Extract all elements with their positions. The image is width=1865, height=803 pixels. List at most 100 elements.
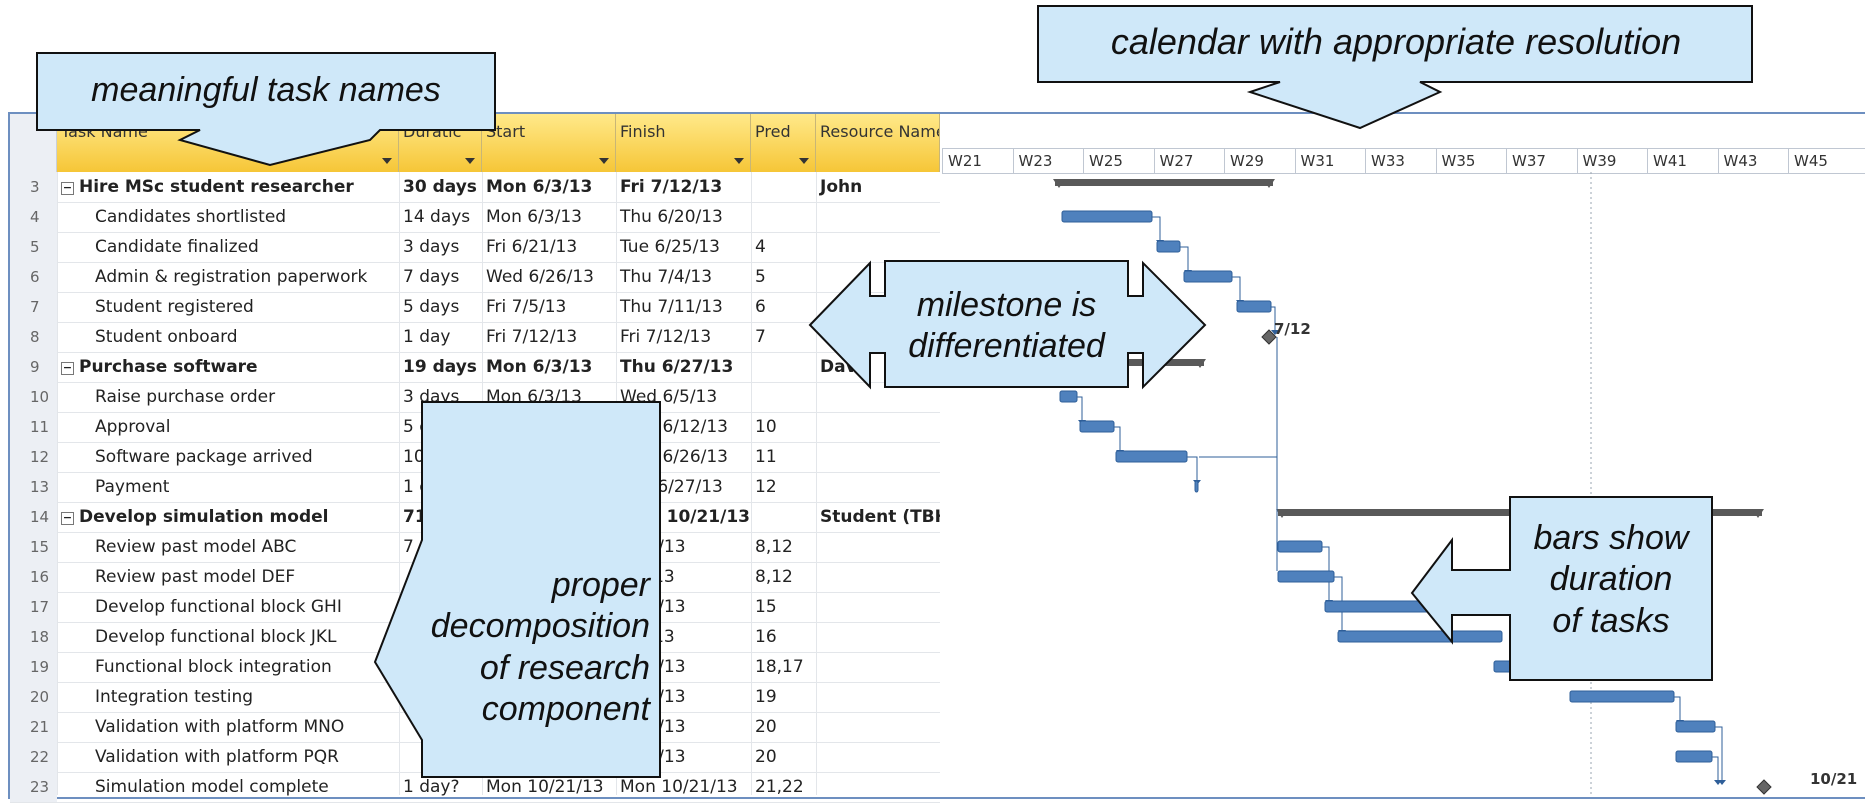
- cell-resource[interactable]: [816, 682, 940, 712]
- cell-name[interactable]: Software package arrived: [57, 442, 399, 472]
- cell-pred[interactable]: 20: [751, 712, 816, 742]
- cell-duration[interactable]: 19 days: [399, 352, 482, 382]
- cell-pred[interactable]: 15: [751, 592, 816, 622]
- cell-start[interactable]: Thu 6/27/13: [482, 472, 616, 502]
- task-bar[interactable]: [1277, 570, 1335, 583]
- cell-name[interactable]: Functional block integration: [57, 652, 399, 682]
- cell-pred[interactable]: 16: [751, 622, 816, 652]
- cell-pred[interactable]: [751, 352, 816, 382]
- table-row[interactable]: 9− Purchase software 19 days Mon 6/3/13 Thu …: [10, 352, 940, 383]
- cell-duration[interactable]: 30 days: [399, 172, 482, 202]
- cell-resource[interactable]: [816, 652, 940, 682]
- table-row[interactable]: 5 Candidate finalized 3 days Fri 6/21/13 Tue…: [10, 232, 940, 263]
- cell-name[interactable]: Develop functional block JKL: [57, 622, 399, 652]
- cell-resource[interactable]: [816, 772, 940, 802]
- cell-finish[interactable]: Wed 6/26/13: [616, 442, 751, 472]
- cell-duration[interactable]: 7: [399, 532, 482, 562]
- summary-bar[interactable]: [1055, 179, 1273, 186]
- cell-duration[interactable]: 1 day?: [399, 772, 482, 802]
- cell-pred[interactable]: 18,17: [751, 652, 816, 682]
- cell-finish[interactable]: Thu 6/27/13: [616, 472, 751, 502]
- cell-pred[interactable]: 8,12: [751, 532, 816, 562]
- cell-resource[interactable]: [816, 622, 940, 652]
- table-row[interactable]: 12 Software package arrived 10 days Thu 6/1…: [10, 442, 940, 473]
- task-bar[interactable]: [1324, 600, 1488, 613]
- cell-name[interactable]: Raise purchase order: [57, 382, 399, 412]
- table-row[interactable]: 22 Validation with platform PQR 0/18/13 20: [10, 742, 940, 773]
- cell-pred[interactable]: 4: [751, 232, 816, 262]
- table-row[interactable]: 10 Raise purchase order 3 days Mon 6/3/13 We…: [10, 382, 940, 413]
- cell-name[interactable]: − Hire MSc student researcher: [57, 172, 399, 202]
- cell-pred[interactable]: 5: [751, 262, 816, 292]
- cell-resource[interactable]: [816, 562, 940, 592]
- cell-resource[interactable]: Student (TBH): [816, 502, 940, 532]
- cell-resource[interactable]: [816, 202, 940, 232]
- cell-start[interactable]: Mon 10/21/13: [482, 772, 616, 802]
- column-header-duration[interactable]: Duratic: [399, 114, 482, 172]
- table-row[interactable]: 4 Candidates shortlisted 14 days Mon 6/3/13…: [10, 202, 940, 233]
- cell-duration[interactable]: 71 days?: [399, 502, 482, 532]
- cell-name[interactable]: Approval: [57, 412, 399, 442]
- cell-resource[interactable]: [816, 472, 940, 502]
- table-row[interactable]: 3− Hire MSc student researcher 30 days Mon …: [10, 172, 940, 203]
- cell-pred[interactable]: 6: [751, 292, 816, 322]
- cell-duration[interactable]: 3 days: [399, 382, 482, 412]
- cell-name[interactable]: Payment: [57, 472, 399, 502]
- task-bar[interactable]: [1337, 630, 1503, 643]
- column-header-predecessors[interactable]: Pred: [751, 114, 816, 172]
- cell-duration[interactable]: 14 days: [399, 202, 482, 232]
- task-bar[interactable]: [1079, 420, 1115, 433]
- cell-duration[interactable]: 3 days: [399, 232, 482, 262]
- cell-name[interactable]: Validation with platform PQR: [57, 742, 399, 772]
- task-bar[interactable]: [1183, 270, 1233, 283]
- task-bar[interactable]: [1194, 480, 1199, 493]
- collapse-toggle-icon[interactable]: −: [61, 512, 74, 525]
- cell-start[interactable]: Fri 6/21/13: [482, 232, 616, 262]
- cell-start[interactable]: Thu 6/13/13: [482, 442, 616, 472]
- cell-pred[interactable]: 19: [751, 682, 816, 712]
- cell-start[interactable]: Mon 7/15/13: [482, 502, 616, 532]
- cell-start[interactable]: [482, 742, 616, 772]
- milestone-diamond-icon[interactable]: [1756, 779, 1772, 795]
- cell-resource[interactable]: [816, 382, 940, 412]
- cell-start[interactable]: Mon 6/3/13: [482, 352, 616, 382]
- cell-resource[interactable]: [816, 412, 940, 442]
- cell-resource[interactable]: John: [816, 172, 940, 202]
- table-row[interactable]: 6 Admin & registration paperwork 7 days Wed…: [10, 262, 940, 293]
- table-row[interactable]: 13 Payment 1 day Thu 6/27/13 Thu 6/27/13 12: [10, 472, 940, 503]
- cell-pred[interactable]: [751, 202, 816, 232]
- task-bar[interactable]: [1675, 720, 1716, 733]
- cell-finish[interactable]: Wed 6/12/13: [616, 412, 751, 442]
- cell-duration[interactable]: 5 days: [399, 292, 482, 322]
- task-bar[interactable]: [1493, 660, 1576, 673]
- task-bar[interactable]: [1569, 690, 1675, 703]
- cell-name[interactable]: Candidates shortlisted: [57, 202, 399, 232]
- cell-name[interactable]: Student registered: [57, 292, 399, 322]
- cell-name[interactable]: Integration testing: [57, 682, 399, 712]
- cell-name[interactable]: Candidate finalized: [57, 232, 399, 262]
- cell-start[interactable]: Thu 6/6/13: [482, 412, 616, 442]
- cell-finish[interactable]: Tue 6/25/13: [616, 232, 751, 262]
- cell-pred[interactable]: 21,22: [751, 772, 816, 802]
- cell-start[interactable]: Fri 7/12/13: [482, 322, 616, 352]
- cell-finish[interactable]: Fri 7/12/13: [616, 172, 751, 202]
- cell-name[interactable]: Review past model ABC: [57, 532, 399, 562]
- cell-start[interactable]: [482, 532, 616, 562]
- cell-duration[interactable]: 7 days: [399, 262, 482, 292]
- table-row[interactable]: 23 Simulation model complete 1 day? Mon 10/…: [10, 772, 940, 803]
- table-row[interactable]: 11 Approval 5 days Thu 6/6/13 Wed 6/12/13 10: [10, 412, 940, 443]
- column-header-finish[interactable]: Finish: [616, 114, 751, 172]
- cell-name[interactable]: Review past model DEF: [57, 562, 399, 592]
- cell-name[interactable]: Student onboard: [57, 322, 399, 352]
- collapse-toggle-icon[interactable]: −: [61, 182, 74, 195]
- cell-name[interactable]: Validation with platform MNO: [57, 712, 399, 742]
- cell-finish[interactable]: Thu 7/4/13: [616, 262, 751, 292]
- cell-pred[interactable]: 8,12: [751, 562, 816, 592]
- cell-finish[interactable]: 7/23/13: [616, 532, 751, 562]
- cell-pred[interactable]: 11: [751, 442, 816, 472]
- cell-duration[interactable]: [399, 742, 482, 772]
- cell-start[interactable]: Mon 6/3/13: [482, 382, 616, 412]
- table-row[interactable]: 15 Review past model ABC 7 7/23/13 8,12: [10, 532, 940, 563]
- cell-pred[interactable]: 12: [751, 472, 816, 502]
- cell-start[interactable]: Fri 7/5/13: [482, 292, 616, 322]
